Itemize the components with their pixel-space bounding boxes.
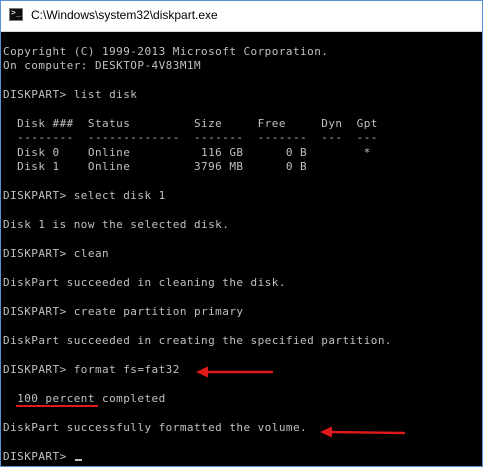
format-result-arrow-icon [320, 426, 406, 438]
format-command-arrow-icon [196, 366, 274, 378]
format-result-line: DiskPart successfully formatted the volu… [3, 421, 308, 434]
text-cursor [74, 459, 82, 461]
clean-result-line: DiskPart succeeded in cleaning the disk. [3, 276, 286, 289]
command-select-disk: DISKPART> select disk 1 [3, 189, 166, 202]
command-list-disk: DISKPART> list disk [3, 88, 138, 101]
title-bar[interactable]: >_ C:\Windows\system32\diskpart.exe [1, 1, 482, 32]
command-format: DISKPART> format fs=fat32 [3, 363, 180, 376]
active-prompt[interactable]: DISKPART> [3, 450, 82, 464]
console-output[interactable]: Copyright (C) 1999-2013 Microsoft Corpor… [1, 32, 482, 466]
create-result-line: DiskPart succeeded in creating the speci… [3, 334, 392, 347]
progress-highlight-underline [16, 405, 98, 407]
disk-table-row: Disk 1 Online 3796 MB 0 B [3, 160, 308, 173]
computer-line: On computer: DESKTOP-4V83M1M [3, 59, 202, 72]
disk-table-header: Disk ### Status Size Free Dyn Gpt [3, 117, 378, 130]
command-create-partition: DISKPART> create partition primary [3, 305, 244, 318]
prompt-text: DISKPART> [3, 450, 74, 463]
disk-table-separator: -------- ------------- ------- ------- -… [3, 131, 378, 144]
command-prompt-icon: >_ [9, 8, 23, 21]
copyright-line: Copyright (C) 1999-2013 Microsoft Corpor… [3, 45, 329, 58]
format-progress-line: 100 percent completed [3, 392, 166, 405]
window-title: C:\Windows\system32\diskpart.exe [31, 8, 218, 22]
command-clean: DISKPART> clean [3, 247, 110, 260]
disk-table-row: Disk 0 Online 116 GB 0 B * [3, 146, 371, 159]
select-result-line: Disk 1 is now the selected disk. [3, 218, 230, 231]
console-window: >_ C:\Windows\system32\diskpart.exe Copy… [0, 0, 483, 467]
